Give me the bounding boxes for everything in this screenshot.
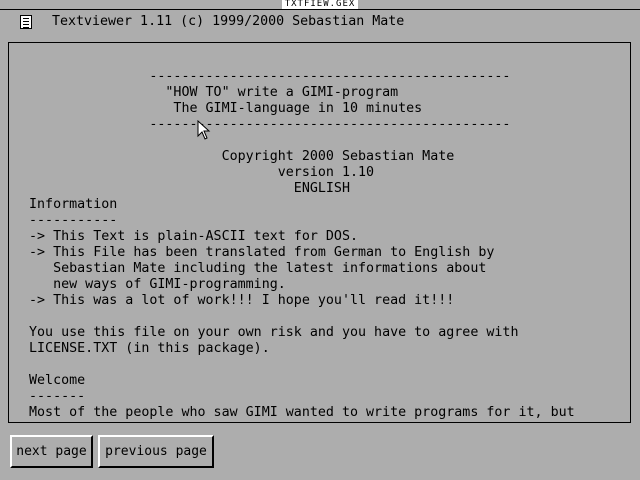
- document-icon: [20, 15, 32, 29]
- text-line: ----------------------------------------…: [29, 69, 511, 84]
- text-line: version 1.10: [29, 165, 375, 180]
- text-line: LICENSE.TXT (in this package).: [29, 341, 270, 356]
- text-line: -------: [29, 389, 86, 404]
- text-line: Welcome: [29, 373, 86, 388]
- window-title: TXTFIEW.GEX: [281, 0, 359, 9]
- text-line: -> This File has been translated from Ge…: [29, 245, 495, 260]
- window-title-wrap: TXTFIEW.GEX: [0, 0, 640, 10]
- text-line: "HOW TO" write a GIMI-program: [29, 85, 399, 100]
- text-line: Copyright 2000 Sebastian Mate: [29, 149, 455, 164]
- text-line: [29, 133, 575, 149]
- window-titlebar[interactable]: TXTFIEW.GEX: [0, 0, 640, 10]
- text-line: [29, 309, 575, 325]
- next-page-button[interactable]: next page: [10, 435, 93, 468]
- app-title: Textviewer 1.11 (c) 1999/2000 Sebastian …: [52, 14, 405, 29]
- text-content: ----------------------------------------…: [29, 69, 575, 421]
- previous-page-button[interactable]: previous page: [98, 435, 214, 468]
- text-line: The GIMI-language in 10 minutes: [29, 101, 423, 116]
- text-line: -> This was a lot of work!!! I hope you'…: [29, 293, 455, 308]
- text-line: You use this file on your own risk and y…: [29, 325, 519, 340]
- text-line: Most of the people who saw GIMI wanted t…: [29, 405, 575, 420]
- text-line: -----------: [29, 213, 118, 228]
- text-line: [29, 357, 575, 373]
- text-line: new ways of GIMI-programming.: [29, 277, 286, 292]
- text-line: Information: [29, 197, 118, 212]
- text-line: ----------------------------------------…: [29, 117, 511, 132]
- text-line: -> This Text is plain-ASCII text for DOS…: [29, 229, 358, 244]
- text-line: Sebastian Mate including the latest info…: [29, 261, 487, 276]
- text-view[interactable]: ----------------------------------------…: [8, 42, 631, 423]
- mouse-pointer-icon: [197, 120, 211, 140]
- app-header: Textviewer 1.11 (c) 1999/2000 Sebastian …: [0, 10, 640, 36]
- text-line: ENGLISH: [29, 181, 350, 196]
